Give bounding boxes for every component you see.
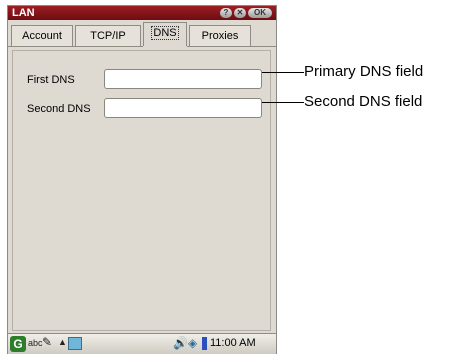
first-dns-field[interactable] [104,69,262,89]
arrow-up-icon[interactable]: ▲ [58,337,67,347]
close-button[interactable]: ✕ [234,8,246,18]
input-mode-label[interactable]: abc [28,338,43,348]
taskbar: G abc ✎ ▲ 🔊 ◈ 11:00 AM [8,333,276,354]
title-bar: LAN ? ✕ OK [8,6,276,20]
pda-window: LAN ? ✕ OK Account TCP/IP DNS Proxies Fi… [7,5,277,354]
tab-divider [8,46,276,47]
primary-callout-label: Primary DNS field [304,63,424,80]
dns-panel: First DNS Second DNS [12,50,271,331]
tab-proxies[interactable]: Proxies [189,25,251,46]
window-title: LAN [12,7,35,19]
monitor-icon[interactable] [68,337,82,350]
first-dns-label: First DNS [27,74,75,86]
tab-account-label: Account [22,30,62,42]
clock[interactable]: 11:00 AM [210,337,256,349]
tab-tcpip[interactable]: TCP/IP [75,25,141,46]
active-tab-gap [143,46,187,47]
pencil-icon[interactable]: ✎ [42,335,52,349]
second-dns-label: Second DNS [27,103,91,115]
second-callout-line [262,102,304,103]
primary-callout-line [262,72,304,73]
ok-button[interactable]: OK [248,8,272,18]
second-dns-field[interactable] [104,98,262,118]
tab-account[interactable]: Account [11,25,73,46]
tab-dns[interactable]: DNS [143,22,187,47]
tab-tcpip-label: TCP/IP [90,30,126,42]
help-button[interactable]: ? [220,8,232,18]
network-icon[interactable]: ◈ [188,336,197,350]
start-button[interactable]: G [10,336,26,352]
tab-dns-label: DNS [151,26,179,40]
second-callout-label: Second DNS field [304,93,423,110]
tab-proxies-label: Proxies [201,30,239,42]
tab-bar: Account TCP/IP DNS Proxies [8,22,276,48]
battery-icon[interactable] [202,337,207,350]
speaker-icon[interactable]: 🔊 [173,336,188,350]
